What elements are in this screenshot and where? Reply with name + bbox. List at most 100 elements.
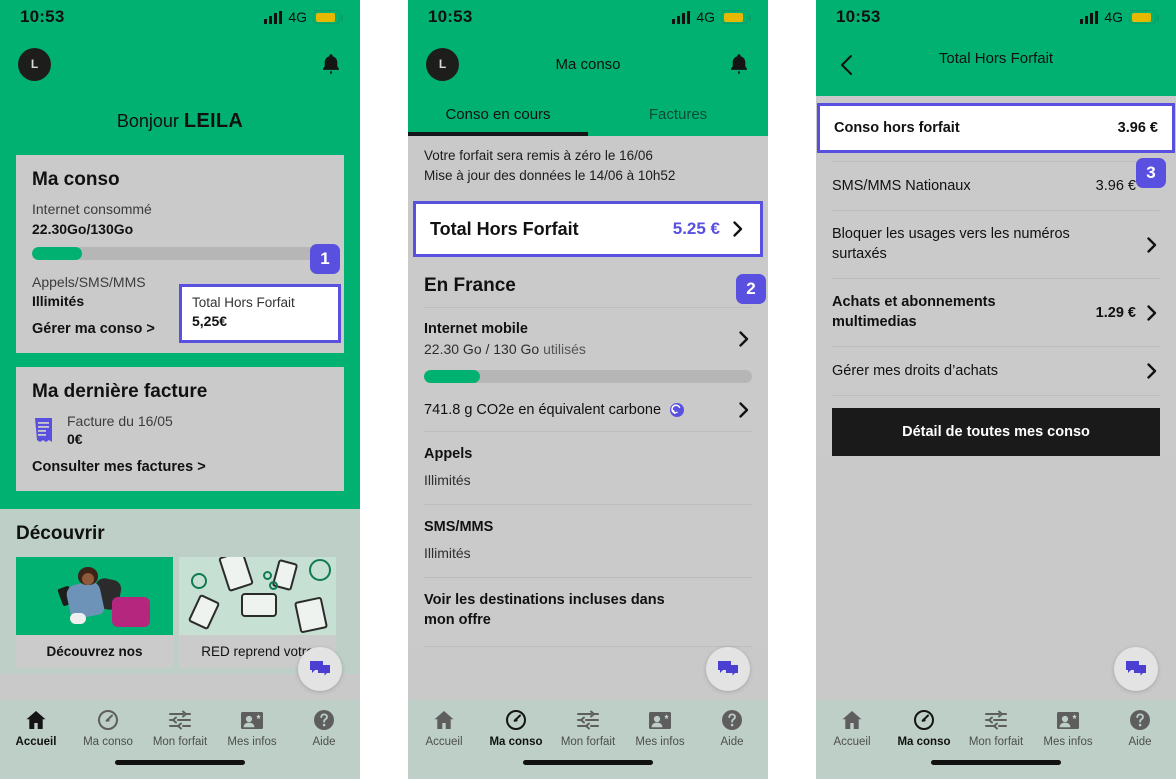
network-type-label: 4G bbox=[1104, 9, 1123, 25]
nav-item-mon-forfait[interactable]: Mon forfait bbox=[552, 708, 624, 748]
nav-item-label: Aide bbox=[1128, 736, 1152, 748]
notification-bell-icon[interactable] bbox=[728, 52, 750, 76]
notification-bell-icon[interactable] bbox=[320, 52, 342, 76]
status-bar: 10:53 4G bbox=[816, 0, 1176, 34]
row-amount: 1.29 € bbox=[1095, 304, 1136, 321]
screenshot-stage: 10:53 4G L Bonjour LEILA Ma conso Intern… bbox=[0, 0, 1176, 779]
internet-value: 22.30Go/130Go bbox=[32, 221, 134, 237]
chat-fab-button[interactable] bbox=[706, 647, 750, 691]
chat-fab-button[interactable] bbox=[1114, 647, 1158, 691]
thf-label: Total Hors Forfait bbox=[430, 218, 579, 239]
divider bbox=[424, 646, 752, 648]
row-title: Voir les destinations incluses dans mon … bbox=[424, 592, 665, 628]
chat-bubble-icon bbox=[718, 661, 738, 676]
help-icon bbox=[1104, 708, 1176, 732]
nav-item-mon-forfait[interactable]: Mon forfait bbox=[960, 708, 1032, 748]
nav-item-accueil[interactable]: Accueil bbox=[408, 708, 480, 748]
consulter-factures-link[interactable]: Consulter mes factures > bbox=[32, 459, 328, 475]
conso-hors-forfait-highlight-row[interactable]: Conso hors forfait 3.96 € bbox=[817, 103, 1175, 153]
chevron-right-icon bbox=[739, 331, 749, 347]
avatar[interactable]: L bbox=[426, 47, 459, 81]
row-subtitle: 22.30 Go / 130 Go utilisés bbox=[424, 341, 728, 357]
status-indicators: 4G bbox=[264, 9, 343, 25]
status-time: 10:53 bbox=[20, 7, 65, 26]
bottom-navigation: Accueil Ma conso Mon forfait Mes infos Aide bbox=[408, 700, 768, 779]
gauge-icon bbox=[72, 708, 144, 732]
phone-screen-total-hors-forfait: 10:53 4G Total Hors Forfait Conso hors f… bbox=[816, 0, 1176, 779]
row-destinations[interactable]: Voir les destinations incluses dans mon … bbox=[424, 578, 752, 646]
id-card-icon bbox=[1032, 708, 1104, 732]
chat-fab-button[interactable] bbox=[298, 647, 342, 691]
bottom-navigation: Accueil Ma conso Mon forfait Mes infos Aide bbox=[0, 700, 360, 779]
conso-card-title: Ma conso bbox=[32, 169, 120, 190]
total-hors-forfait-highlight[interactable]: Total Hors Forfait 5,25€ bbox=[179, 284, 341, 343]
nav-item-accueil[interactable]: Accueil bbox=[0, 708, 72, 748]
thf-amount: 5.25 € bbox=[672, 219, 720, 239]
home-indicator bbox=[523, 760, 653, 765]
network-type-label: 4G bbox=[696, 9, 715, 25]
chevron-left-icon bbox=[841, 55, 852, 75]
status-indicators: 4G bbox=[672, 9, 751, 25]
row-carbon[interactable]: 741.8 g CO2e en équivalent carbone bbox=[424, 389, 752, 431]
row-sms-mms-nationaux: SMS/MMS Nationaux 3.96 € bbox=[832, 162, 1160, 210]
nav-item-mes-infos[interactable]: Mes infos bbox=[216, 708, 288, 748]
row-achats-multimedias[interactable]: Achats et abonnements multimedias 1.29 € bbox=[832, 279, 1160, 346]
nav-item-ma-conso[interactable]: Ma conso bbox=[480, 708, 552, 748]
en-france-section: En France Internet mobile 22.30 Go / 130… bbox=[408, 261, 768, 648]
home-indicator bbox=[931, 760, 1061, 765]
row-subtitle-muted: utilisés bbox=[543, 341, 586, 358]
app-header: Total Hors Forfait bbox=[816, 34, 1176, 96]
nav-item-label: Mon forfait bbox=[968, 736, 1024, 748]
nav-item-accueil[interactable]: Accueil bbox=[816, 708, 888, 748]
help-icon bbox=[288, 708, 360, 732]
total-hors-forfait-row[interactable]: Total Hors Forfait 5.25 € bbox=[413, 201, 763, 258]
row-gerer-droits-achats[interactable]: Gérer mes droits d’achats bbox=[832, 347, 1160, 395]
discover-card[interactable]: Découvrez nos bbox=[16, 557, 173, 668]
nav-item-ma-conso[interactable]: Ma conso bbox=[72, 708, 144, 748]
row-sms-mms: SMS/MMS Illimités bbox=[424, 505, 752, 577]
status-time: 10:53 bbox=[836, 7, 881, 26]
nav-item-aide[interactable]: Aide bbox=[696, 708, 768, 748]
row-internet-mobile[interactable]: Internet mobile 22.30 Go / 130 Go utilis… bbox=[424, 308, 752, 370]
phone-screen-conso: 10:53 4G L Ma conso Conso en cours Factu… bbox=[408, 0, 768, 779]
back-button[interactable] bbox=[834, 52, 860, 78]
app-header: L Bonjour LEILA bbox=[0, 34, 360, 155]
app-header-row: Total Hors Forfait bbox=[816, 34, 1176, 96]
row-subtitle-value: 22.30 Go / 130 Go bbox=[424, 341, 544, 358]
id-card-icon bbox=[216, 708, 288, 732]
hors-forfait-list: SMS/MMS Nationaux 3.96 € Bloquer les usa… bbox=[816, 161, 1176, 457]
home-icon bbox=[816, 708, 888, 732]
facture-card-title: Ma dernière facture bbox=[32, 381, 208, 402]
nav-item-label: Mon forfait bbox=[560, 736, 616, 748]
step-badge-1: 1 bbox=[310, 244, 340, 274]
hl-row-amount: 3.96 € bbox=[1117, 120, 1158, 136]
nav-item-aide[interactable]: Aide bbox=[288, 708, 360, 748]
avatar[interactable]: L bbox=[18, 47, 51, 81]
tab-conso-en-cours[interactable]: Conso en cours bbox=[408, 94, 588, 136]
nav-item-label: Accueil bbox=[833, 736, 871, 748]
status-indicators: 4G bbox=[1080, 9, 1159, 25]
gauge-icon bbox=[888, 708, 960, 732]
nav-item-label: Mes infos bbox=[227, 736, 277, 748]
row-bloquer-surtaxes[interactable]: Bloquer les usages vers les numéros surt… bbox=[832, 211, 1160, 278]
greeting: Bonjour LEILA bbox=[0, 94, 360, 155]
carbon-footprint-icon bbox=[670, 403, 685, 418]
nav-item-mes-infos[interactable]: Mes infos bbox=[624, 708, 696, 748]
nav-item-aide[interactable]: Aide bbox=[1104, 708, 1176, 748]
chevron-right-icon bbox=[1147, 236, 1157, 253]
facture-card[interactable]: Ma dernière facture Facture du 16/05 0€ … bbox=[16, 367, 344, 491]
signal-bars-icon bbox=[264, 10, 283, 24]
nav-item-mes-infos[interactable]: Mes infos bbox=[1032, 708, 1104, 748]
nav-item-mon-forfait[interactable]: Mon forfait bbox=[144, 708, 216, 748]
nav-item-ma-conso[interactable]: Ma conso bbox=[888, 708, 960, 748]
facture-date: Facture du 16/05 bbox=[67, 413, 173, 429]
id-card-icon bbox=[624, 708, 696, 732]
nav-items: Accueil Ma conso Mon forfait Mes infos Aide bbox=[0, 700, 360, 748]
app-header-row: L Ma conso bbox=[408, 34, 768, 94]
thf-wrap: Total Hors Forfait 5.25 € bbox=[408, 201, 768, 262]
nav-item-label: Ma conso bbox=[489, 736, 543, 748]
invoice-icon bbox=[35, 417, 52, 442]
hl-row-label: Conso hors forfait bbox=[834, 120, 960, 136]
detail-conso-button[interactable]: Détail de toutes mes conso bbox=[832, 408, 1160, 457]
tab-factures[interactable]: Factures bbox=[588, 94, 768, 136]
